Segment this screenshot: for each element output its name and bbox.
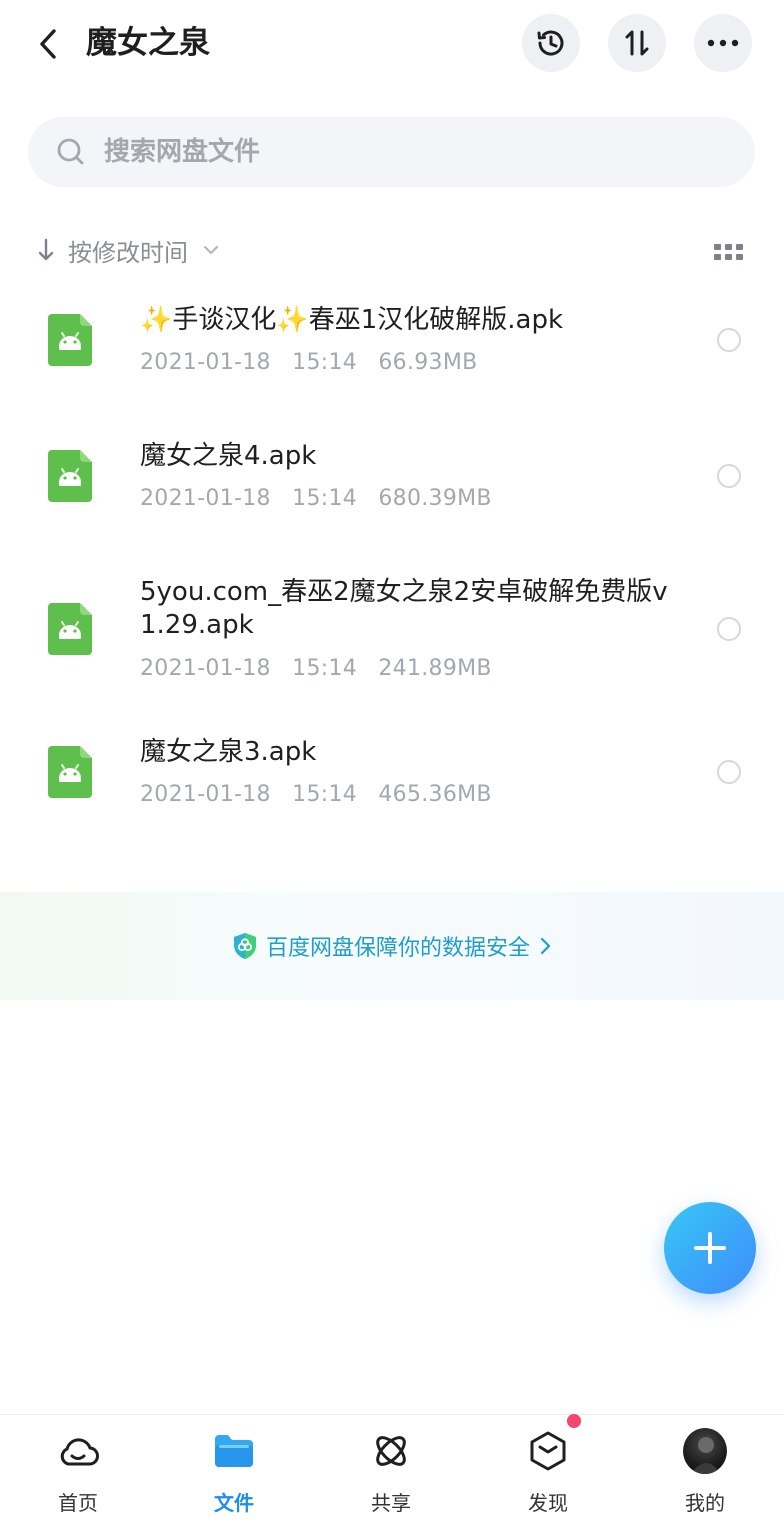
nav-label: 文件 bbox=[214, 1491, 254, 1515]
cloud-icon bbox=[60, 1438, 99, 1466]
file-size: 241.89MB bbox=[378, 656, 492, 681]
file-time: 15:14 bbox=[292, 656, 358, 681]
file-date: 2021-01-18 bbox=[140, 486, 271, 511]
history-button[interactable] bbox=[522, 14, 580, 72]
shield-icon bbox=[233, 933, 256, 959]
top-bar: 魔女之泉 bbox=[0, 0, 784, 90]
select-checkbox[interactable] bbox=[717, 617, 741, 641]
nav-label: 我的 bbox=[685, 1491, 725, 1515]
file-meta: 2021-01-18 15:14 465.36MB bbox=[140, 782, 506, 807]
banner-text: 百度网盘保障你的数据安全 bbox=[265, 936, 530, 961]
chevron-left-icon bbox=[40, 29, 56, 59]
file-time: 15:14 bbox=[292, 782, 358, 807]
history-icon bbox=[537, 30, 564, 56]
nav-item-me[interactable]: 我的 bbox=[645, 1423, 765, 1517]
select-checkbox[interactable] bbox=[717, 464, 741, 488]
nav-item-files[interactable]: 文件 bbox=[174, 1423, 294, 1517]
file-meta: 2021-01-18 15:14 680.39MB bbox=[140, 486, 506, 511]
more-button[interactable] bbox=[694, 14, 752, 72]
security-banner[interactable]: 百度网盘保障你的数据安全 bbox=[0, 892, 784, 1000]
apk-file-icon bbox=[48, 314, 92, 366]
search-bar[interactable] bbox=[28, 117, 755, 187]
transfer-arrows-icon bbox=[625, 30, 649, 56]
file-row[interactable]: 魔女之泉3.apk 2021-01-18 15:14 465.36MB bbox=[0, 722, 784, 832]
grid-icon bbox=[714, 244, 743, 260]
file-time: 15:14 bbox=[292, 486, 358, 511]
file-size: 66.93MB bbox=[378, 350, 478, 375]
search-input[interactable] bbox=[104, 137, 664, 167]
nav-item-home[interactable]: 首页 bbox=[18, 1423, 138, 1517]
nav-label: 发现 bbox=[528, 1491, 568, 1515]
nav-item-share[interactable]: 共享 bbox=[331, 1423, 451, 1517]
nav-label: 共享 bbox=[371, 1491, 411, 1515]
sort-label: 按修改时间 bbox=[68, 238, 188, 267]
chevron-down-icon bbox=[203, 245, 219, 255]
file-size: 680.39MB bbox=[378, 486, 492, 511]
page-title: 魔女之泉 bbox=[86, 25, 210, 61]
sort-selector[interactable]: 按修改时间 bbox=[36, 228, 220, 272]
apk-file-icon bbox=[48, 603, 92, 655]
file-name: 5you.com_春巫2魔女之泉2安卓破解免费版v1.29.apk bbox=[140, 577, 668, 640]
file-date: 2021-01-18 bbox=[140, 656, 271, 681]
file-date: 2021-01-18 bbox=[140, 350, 271, 375]
more-dots-icon bbox=[707, 39, 739, 47]
add-button[interactable] bbox=[664, 1202, 756, 1294]
bottom-nav: 首页 文件 共享 发现 我的 bbox=[0, 1414, 784, 1523]
file-row[interactable]: 5you.com_春巫2魔女之泉2安卓破解免费版v1.29.apk 2021-0… bbox=[0, 562, 784, 696]
nav-label: 首页 bbox=[58, 1491, 98, 1515]
select-checkbox[interactable] bbox=[717, 328, 741, 352]
arrow-down-icon bbox=[38, 238, 54, 261]
apk-file-icon bbox=[48, 450, 92, 502]
file-row[interactable]: 魔女之泉4.apk 2021-01-18 15:14 680.39MB bbox=[0, 426, 784, 536]
file-row[interactable]: ✨手谈汉化✨春巫1汉化破解版.apk 2021-01-18 15:14 66.9… bbox=[0, 290, 784, 400]
search-icon bbox=[57, 138, 84, 165]
file-date: 2021-01-18 bbox=[140, 782, 271, 807]
select-checkbox[interactable] bbox=[717, 760, 741, 784]
transfer-button[interactable] bbox=[608, 14, 666, 72]
apk-file-icon bbox=[48, 746, 92, 798]
file-name: 魔女之泉4.apk bbox=[140, 441, 317, 471]
share-atom-icon bbox=[376, 1436, 406, 1466]
file-meta: 2021-01-18 15:14 241.89MB bbox=[140, 656, 506, 681]
file-size: 465.36MB bbox=[378, 782, 492, 807]
file-meta: 2021-01-18 15:14 66.93MB bbox=[140, 350, 492, 375]
plus-icon bbox=[694, 1232, 726, 1264]
file-name: 魔女之泉3.apk bbox=[140, 737, 317, 767]
discover-box-icon bbox=[530, 1431, 566, 1471]
avatar bbox=[683, 1428, 727, 1474]
notification-badge bbox=[567, 1414, 581, 1428]
file-name: ✨手谈汉化✨春巫1汉化破解版.apk bbox=[140, 305, 564, 335]
chevron-right-icon bbox=[540, 937, 551, 955]
avatar-image bbox=[691, 1437, 721, 1474]
folder-icon bbox=[215, 1435, 253, 1467]
back-button[interactable] bbox=[28, 24, 68, 64]
grid-view-button[interactable] bbox=[712, 240, 746, 264]
nav-item-discover[interactable]: 发现 bbox=[488, 1423, 608, 1517]
file-time: 15:14 bbox=[292, 350, 358, 375]
